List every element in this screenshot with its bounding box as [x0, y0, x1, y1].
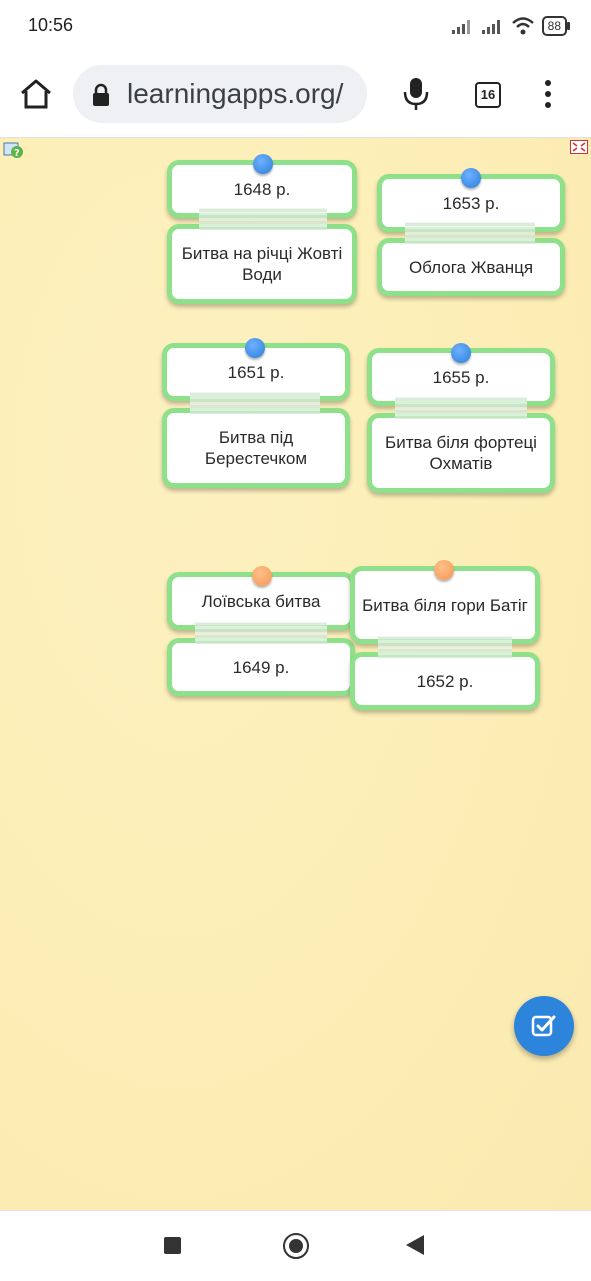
tape	[195, 622, 327, 644]
mic-icon[interactable]	[400, 76, 432, 112]
card-date[interactable]: 1652 р.	[350, 652, 540, 710]
card-event[interactable]: Битва на річці Жовті Води	[167, 224, 357, 304]
tabs-icon[interactable]: 16	[475, 82, 501, 108]
recents-icon[interactable]	[164, 1237, 181, 1254]
card-date[interactable]: 1649 р.	[167, 638, 355, 696]
battery-indicator: 88	[541, 16, 571, 36]
address-bar[interactable]: learningapps.org/	[73, 65, 367, 123]
tape	[405, 222, 535, 244]
url-text: learningapps.org/	[127, 78, 344, 109]
back-icon[interactable]	[406, 1235, 424, 1255]
tape	[199, 208, 327, 230]
card-event[interactable]: Облога Жванця	[377, 238, 565, 296]
svg-text:?: ?	[14, 148, 20, 159]
signal-icon-2	[481, 20, 500, 34]
card-event[interactable]: Битва біля фортеці Охматів	[367, 413, 555, 493]
menu-icon[interactable]	[538, 80, 558, 110]
pin	[461, 168, 481, 188]
status-time: 10:56	[28, 15, 74, 35]
check-answers-button[interactable]	[514, 996, 574, 1056]
matching-board: ? 1648 р. Битва на річці Жовті Води 1653…	[0, 138, 591, 1210]
fullscreen-icon[interactable]	[570, 140, 588, 154]
check-icon	[531, 1015, 556, 1037]
home-nav-icon[interactable]	[283, 1233, 309, 1259]
pin	[451, 343, 471, 363]
tape	[190, 392, 320, 414]
wifi-icon	[511, 17, 534, 35]
pin	[245, 338, 265, 358]
system-nav-bar	[0, 1210, 591, 1281]
help-icon[interactable]: ?	[3, 140, 23, 160]
browser-toolbar: learningapps.org/ 16	[0, 52, 591, 138]
tape	[378, 636, 512, 658]
signal-icon	[451, 20, 470, 34]
tape	[395, 397, 527, 419]
lock-icon	[93, 83, 109, 106]
pin	[434, 560, 454, 580]
pin	[253, 154, 273, 174]
status-bar: 10:56 88	[0, 0, 591, 52]
status-icons: 88	[451, 14, 571, 38]
pin	[252, 566, 272, 586]
card-event[interactable]: Битва під Берестечком	[162, 408, 350, 488]
home-icon[interactable]	[18, 76, 54, 112]
